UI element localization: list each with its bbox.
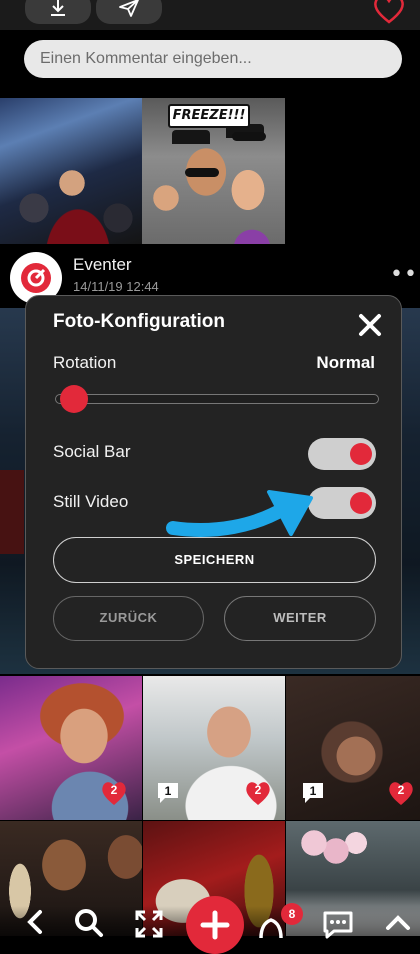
- still-video-label: Still Video: [53, 492, 129, 511]
- comment-input[interactable]: Einen Kommentar eingeben...: [24, 40, 402, 78]
- like-count: 2: [397, 783, 405, 797]
- notification-badge: 8: [281, 903, 303, 925]
- police-cap: [172, 130, 210, 144]
- sunglasses: [232, 132, 266, 141]
- party-photo[interactable]: [0, 98, 142, 244]
- search-icon[interactable]: [72, 906, 104, 938]
- back-button[interactable]: ZURÜCK: [53, 596, 204, 641]
- social-bar-toggle[interactable]: [308, 438, 376, 470]
- comment-badge[interactable]: 1: [155, 780, 181, 806]
- rotation-slider[interactable]: [55, 394, 379, 404]
- add-button[interactable]: [186, 896, 244, 954]
- send-icon: [119, 0, 139, 17]
- heart-outline-icon[interactable]: [372, 0, 406, 24]
- download-button[interactable]: [25, 0, 91, 24]
- chevron-up-icon[interactable]: [382, 906, 414, 938]
- close-icon[interactable]: [358, 313, 382, 337]
- toggle-knob: [350, 443, 372, 465]
- like-badge[interactable]: 2: [99, 779, 129, 807]
- download-icon: [51, 0, 65, 16]
- social-bar-label: Social Bar: [53, 442, 131, 461]
- back-chevron-icon[interactable]: [20, 906, 52, 938]
- empty-tile: [285, 98, 420, 244]
- like-count: 2: [110, 783, 118, 797]
- post-date: 14/11/19 12:44: [73, 279, 159, 294]
- like-count: 2: [254, 783, 262, 797]
- like-badge[interactable]: 2: [386, 779, 416, 807]
- highlight-arrow-icon: [166, 490, 313, 537]
- chat-icon[interactable]: [322, 908, 354, 940]
- sunglasses: [185, 168, 219, 177]
- comment-badge[interactable]: 1: [300, 780, 326, 806]
- post-author[interactable]: Eventer: [73, 255, 132, 275]
- eventer-logo-icon: [21, 263, 51, 293]
- send-button[interactable]: [96, 0, 162, 24]
- rotation-slider-thumb[interactable]: [60, 385, 88, 413]
- comment-count: 1: [309, 784, 317, 798]
- like-badge[interactable]: 2: [243, 779, 273, 807]
- toggle-knob: [350, 492, 372, 514]
- still-video-toggle[interactable]: [308, 487, 376, 519]
- next-button[interactable]: WEITER: [224, 596, 376, 641]
- rotation-value: Normal: [316, 353, 375, 372]
- fullscreen-icon[interactable]: [133, 908, 165, 940]
- freeze-sign: FREEZE!!!: [168, 104, 250, 128]
- rotation-label: Rotation: [53, 353, 117, 372]
- comment-count: 1: [164, 784, 172, 798]
- dialog-title: Foto-Konfiguration: [53, 311, 226, 332]
- more-dots-icon[interactable]: •••: [390, 262, 420, 287]
